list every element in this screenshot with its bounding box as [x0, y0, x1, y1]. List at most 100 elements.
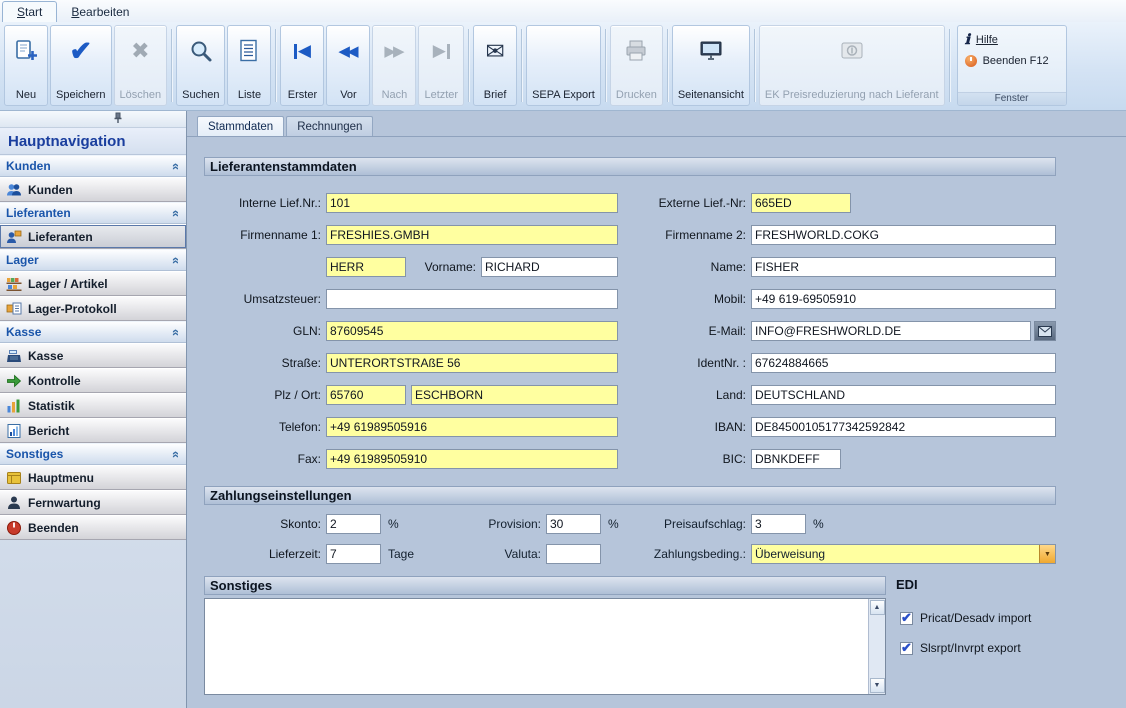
- sidebar-item-fernwartung[interactable]: Fernwartung: [0, 490, 186, 515]
- drucken-button[interactable]: Drucken: [610, 25, 663, 106]
- nach-label: Nach: [382, 89, 408, 101]
- firmenname1-field[interactable]: [326, 225, 618, 245]
- umsatzsteuer-field[interactable]: [326, 289, 618, 309]
- fax-field[interactable]: [326, 449, 618, 469]
- sidebar-group-kasse[interactable]: Kasse: [0, 321, 186, 343]
- lieferzeit-field[interactable]: [326, 544, 381, 564]
- sidebar-item-beenden[interactable]: Beenden: [0, 515, 186, 540]
- hilfe-button[interactable]: Hilfe: [962, 29, 1062, 50]
- iban-field[interactable]: [751, 417, 1056, 437]
- previous-record-icon: [338, 30, 358, 72]
- send-email-button[interactable]: [1034, 321, 1056, 341]
- tab-rechnungen[interactable]: Rechnungen: [286, 116, 373, 136]
- name-field[interactable]: [751, 257, 1056, 277]
- ribbon-separator: [521, 29, 522, 102]
- beenden-button[interactable]: Beenden F12: [962, 50, 1062, 71]
- scroll-down-arrow-icon[interactable]: [870, 678, 885, 693]
- interne-liefnr-field[interactable]: [326, 193, 618, 213]
- land-field[interactable]: [751, 385, 1056, 405]
- vorname-field[interactable]: [481, 257, 618, 277]
- telefon-field[interactable]: [326, 417, 618, 437]
- strasse-field[interactable]: [326, 353, 618, 373]
- plz-field[interactable]: [326, 385, 406, 405]
- sidebar-group-lager[interactable]: Lager: [0, 249, 186, 271]
- tab-stammdaten[interactable]: Stammdaten: [197, 116, 284, 136]
- sidebar-header-bar: [0, 111, 186, 128]
- main-area: Stammdaten Rechnungen Lieferantenstammda…: [187, 111, 1126, 708]
- sidebar-group-sonstiges[interactable]: Sonstiges: [0, 443, 186, 465]
- zahlungsbedingung-label: Zahlungsbeding.:: [601, 547, 751, 561]
- mobil-field[interactable]: [751, 289, 1056, 309]
- dropdown-arrow-button[interactable]: [1039, 545, 1055, 563]
- warehouse-log-icon: [6, 301, 22, 317]
- sidebar-item-lieferanten[interactable]: Lieferanten: [0, 224, 186, 249]
- erster-button[interactable]: Erster: [280, 25, 324, 106]
- speichern-button[interactable]: Speichern: [50, 25, 112, 106]
- preisaufschlag-suffix: %: [806, 517, 836, 531]
- ort-field[interactable]: [411, 385, 618, 405]
- letzter-button[interactable]: Letzter: [418, 25, 464, 106]
- sidebar-item-lager-artikel[interactable]: Lager / Artikel: [0, 271, 186, 296]
- sidebar-group-lieferanten[interactable]: Lieferanten: [0, 202, 186, 224]
- ribbon-separator: [275, 29, 276, 102]
- seitenansicht-button[interactable]: Seitenansicht: [672, 25, 750, 106]
- control-arrow-icon: [6, 373, 22, 389]
- sidebar-item-hauptmenu[interactable]: Hauptmenu: [0, 465, 186, 490]
- provision-field[interactable]: [546, 514, 601, 534]
- pricat-desadv-checkbox[interactable]: [900, 612, 913, 625]
- sidebar-item-kontrolle[interactable]: Kontrolle: [0, 368, 186, 393]
- sonstiges-textarea[interactable]: [205, 599, 868, 694]
- liste-button[interactable]: Liste: [227, 25, 271, 106]
- sidebar-item-lager-protokoll[interactable]: Lager-Protokoll: [0, 296, 186, 321]
- sidebar-group-kunden[interactable]: Kunden: [0, 155, 186, 177]
- email-label: E-Mail:: [618, 324, 751, 338]
- sidebar-item-kunden[interactable]: Kunden: [0, 177, 186, 202]
- item-label: Bericht: [28, 424, 69, 438]
- sidebar-title: Hauptnavigation: [0, 128, 186, 155]
- nach-button[interactable]: Nach: [372, 25, 416, 106]
- sepa-export-button[interactable]: SEPA Export: [526, 25, 601, 106]
- firmenname2-field[interactable]: [751, 225, 1056, 245]
- slsrpt-invrpt-checkbox[interactable]: [900, 642, 913, 655]
- brief-button[interactable]: Brief: [473, 25, 517, 106]
- ek-preisreduzierung-label: EK Preisreduzierung nach Lieferant: [765, 89, 939, 101]
- sidebar-item-bericht[interactable]: Bericht: [0, 418, 186, 443]
- monitor-icon: [698, 30, 724, 72]
- preisaufschlag-field[interactable]: [751, 514, 806, 534]
- hilfe-label: Hilfe: [976, 34, 998, 46]
- identnr-label: IdentNr. :: [618, 356, 751, 370]
- save-check-icon: [69, 30, 92, 72]
- tab-bearbeiten[interactable]: Bearbeiten: [57, 2, 143, 22]
- pin-icon[interactable]: [112, 112, 124, 127]
- sidebar-empty-area: [0, 540, 186, 708]
- externe-liefnr-field[interactable]: [751, 193, 851, 213]
- textarea-scrollbar[interactable]: [868, 599, 885, 694]
- zahlung-row-2: Lieferzeit: Tage Valuta: Zahlungsbeding.…: [204, 544, 1126, 564]
- neu-button[interactable]: Neu: [4, 25, 48, 106]
- vor-button[interactable]: Vor: [326, 25, 370, 106]
- identnr-field[interactable]: [751, 353, 1056, 373]
- group-label: Kasse: [6, 325, 41, 339]
- scroll-up-arrow-icon[interactable]: [870, 600, 885, 615]
- group-label: Lager: [6, 253, 39, 267]
- gln-label: GLN:: [204, 324, 326, 338]
- gln-field[interactable]: [326, 321, 618, 341]
- skonto-field[interactable]: [326, 514, 381, 534]
- zahlungsbedingung-select[interactable]: Überweisung: [751, 544, 1056, 564]
- valuta-field[interactable]: [546, 544, 601, 564]
- bic-field[interactable]: [751, 449, 841, 469]
- section-title-zahlungseinstellungen: Zahlungseinstellungen: [204, 486, 1056, 505]
- skonto-suffix: %: [381, 517, 411, 531]
- slsrpt-invrpt-label: Slsrpt/Invrpt export: [920, 641, 1021, 655]
- suchen-button[interactable]: Suchen: [176, 25, 225, 106]
- email-field[interactable]: [751, 321, 1031, 341]
- sidebar-item-kasse[interactable]: Kasse: [0, 343, 186, 368]
- loeschen-button[interactable]: Löschen: [114, 25, 168, 106]
- price-reduction-icon: [839, 30, 865, 72]
- stammdaten-form: Interne Lief.Nr.: Externe Lief.-Nr: Firm…: [204, 193, 1126, 469]
- anrede-field[interactable]: [326, 257, 406, 277]
- tab-start[interactable]: Start: [2, 1, 57, 22]
- skonto-label: Skonto:: [204, 517, 326, 531]
- sidebar-item-statistik[interactable]: Statistik: [0, 393, 186, 418]
- ek-preisreduzierung-button[interactable]: EK Preisreduzierung nach Lieferant: [759, 25, 945, 106]
